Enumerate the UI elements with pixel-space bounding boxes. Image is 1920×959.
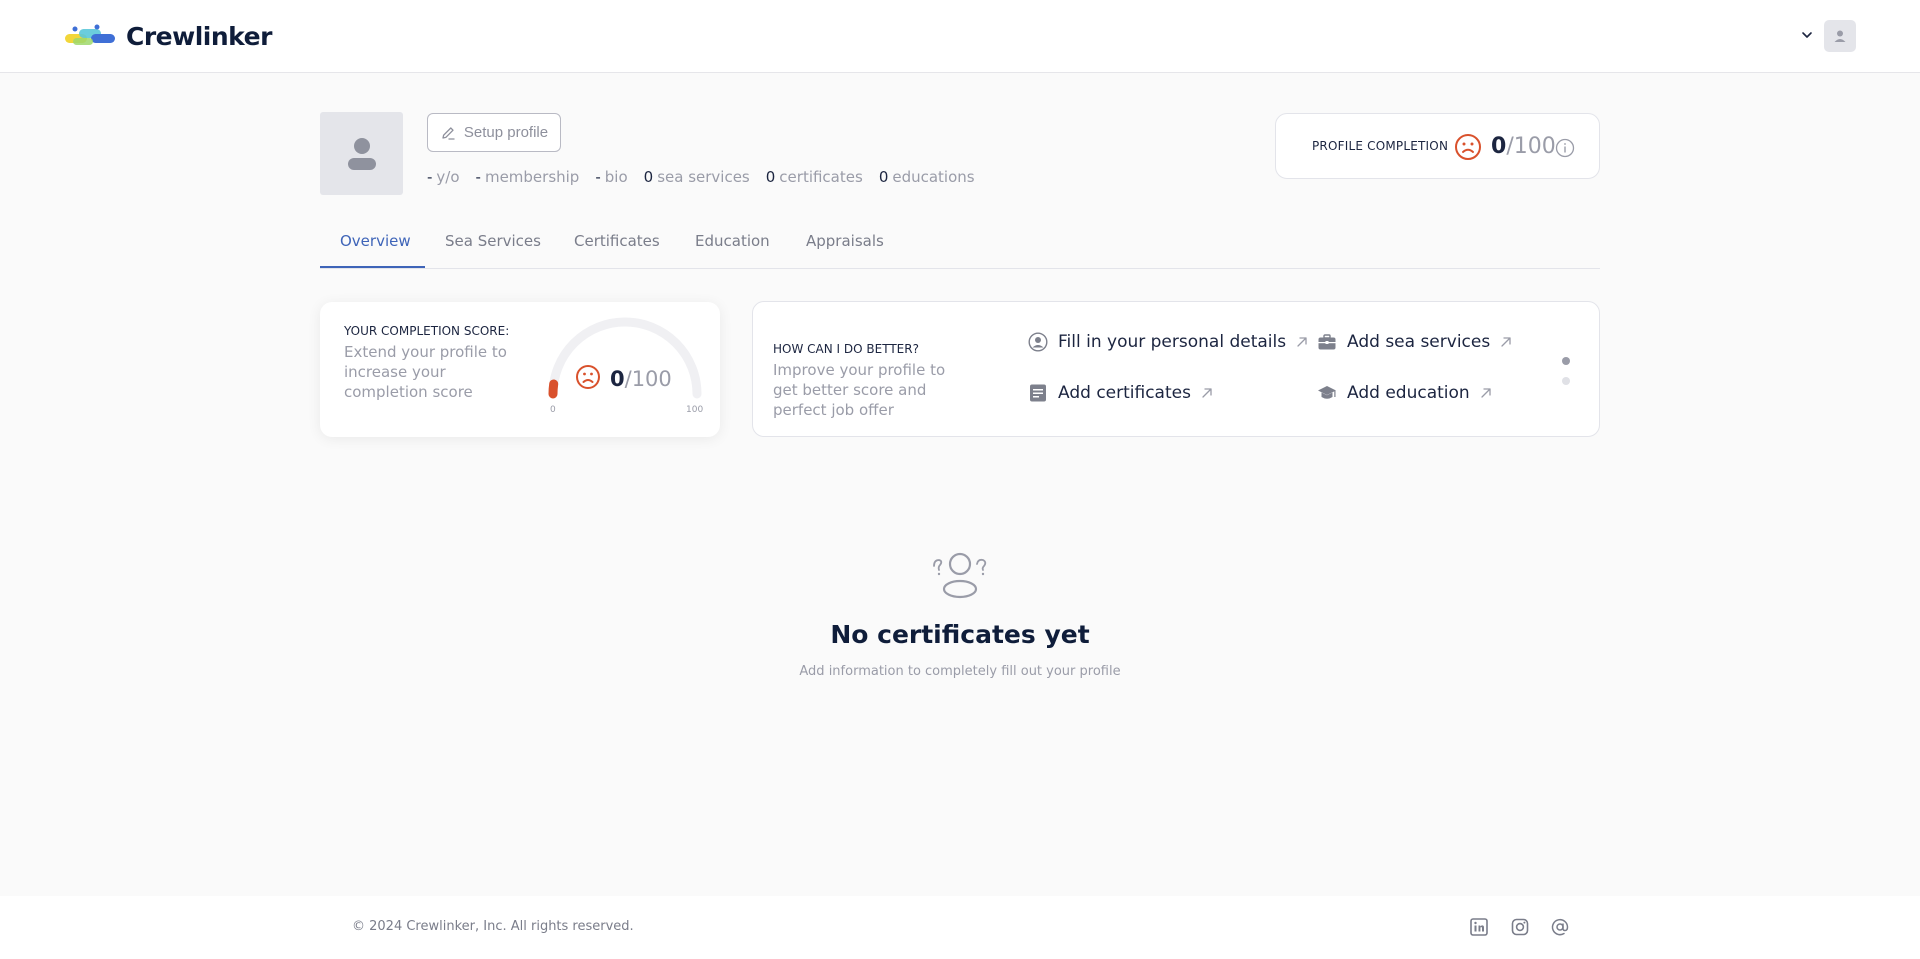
add-sea-services-label: Add sea services xyxy=(1347,332,1491,352)
tab-overview[interactable]: Overview xyxy=(340,232,411,250)
add-education-link[interactable]: Add education xyxy=(1317,383,1492,403)
logo-mark-icon xyxy=(65,24,115,45)
linkedin-icon[interactable] xyxy=(1469,917,1489,937)
improvement-description: Improve your profile to get better score… xyxy=(773,361,946,419)
profile-completion-score: 0/100 xyxy=(1491,134,1556,159)
add-certificates-link[interactable]: Add certificates xyxy=(1028,383,1213,403)
arrow-up-right-icon xyxy=(1202,388,1212,398)
add-education-label: Add education xyxy=(1347,383,1470,403)
fill-personal-details-link[interactable]: Fill in your personal details xyxy=(1028,332,1308,352)
stat-membership: - membership xyxy=(475,168,580,186)
profile-completion-label: PROFILE COMPLETION xyxy=(1312,139,1449,153)
profile-tabs: Overview Sea Services Certificates Educa… xyxy=(320,222,1600,269)
briefcase-icon xyxy=(1318,334,1336,350)
arrow-up-right-icon xyxy=(1297,337,1307,347)
add-certificates-label: Add certificates xyxy=(1058,383,1191,403)
arrow-up-right-icon xyxy=(1481,388,1491,398)
copyright-text: © 2024 Crewlinker, Inc. All rights reser… xyxy=(352,919,634,934)
improvement-title: HOW CAN I DO BETTER? xyxy=(773,342,919,356)
stat-educations: 0 educations xyxy=(878,168,975,186)
completion-score-description: Extend your profile to increase your com… xyxy=(344,343,507,401)
brand-name: Crewlinker xyxy=(126,22,272,51)
page-footer: © 2024 Crewlinker, Inc. All rights reser… xyxy=(0,896,1920,959)
sad-face-icon xyxy=(1455,134,1481,160)
sad-face-icon xyxy=(576,365,600,389)
profile-stats: - y/o - membership - bio 0 sea services 0 cer… xyxy=(427,168,975,186)
user-placeholder-icon xyxy=(347,137,376,170)
gauge-fill xyxy=(548,379,559,399)
email-at-icon[interactable] xyxy=(1550,917,1570,937)
pencil-icon xyxy=(442,126,455,140)
document-icon xyxy=(1030,384,1046,402)
completion-gauge: 0/100 0 100 xyxy=(548,317,703,415)
active-tab-indicator xyxy=(320,266,425,268)
chevron-down-icon[interactable] xyxy=(1800,28,1814,42)
gauge-score: 0/100 xyxy=(610,367,672,391)
tab-appraisals[interactable]: Appraisals xyxy=(806,232,884,250)
instagram-icon[interactable] xyxy=(1510,917,1530,937)
tab-certificates[interactable]: Certificates xyxy=(574,232,660,250)
user-icon xyxy=(1834,30,1846,42)
graduation-cap-icon xyxy=(1318,386,1336,399)
user-circle-icon xyxy=(1028,332,1048,352)
top-header: Crewlinker xyxy=(0,0,1920,73)
tab-education[interactable]: Education xyxy=(695,232,770,250)
setup-profile-label: Setup profile xyxy=(463,124,549,141)
tab-sea-services[interactable]: Sea Services xyxy=(445,232,541,250)
user-avatar-button[interactable] xyxy=(1824,20,1856,52)
completion-score-title: YOUR COMPLETION SCORE: xyxy=(344,324,510,338)
empty-state-subtitle: Add information to completely fill out y… xyxy=(799,664,1121,679)
stat-sea-services: 0 sea services xyxy=(643,168,750,186)
stat-age: - y/o xyxy=(427,168,460,186)
gauge-min-label: 0 xyxy=(550,405,556,415)
stat-bio: - bio xyxy=(595,168,628,186)
gauge-max-label: 100 xyxy=(686,405,703,415)
improvement-card: HOW CAN I DO BETTER? Improve your profil… xyxy=(752,301,1600,437)
profile-avatar xyxy=(320,112,403,195)
completion-score-card: YOUR COMPLETION SCORE: Extend your profi… xyxy=(320,302,720,437)
add-sea-services-link[interactable]: Add sea services xyxy=(1317,332,1512,352)
empty-state-title: No certificates yet xyxy=(830,620,1090,649)
carousel-dot xyxy=(1562,377,1570,385)
arrow-up-right-icon xyxy=(1501,337,1511,347)
fill-personal-details-label: Fill in your personal details xyxy=(1058,332,1287,352)
setup-profile-button[interactable]: Setup profile xyxy=(427,113,561,152)
carousel-dots[interactable] xyxy=(1561,356,1571,388)
empty-user-icon xyxy=(933,552,987,599)
carousel-dot-active xyxy=(1562,357,1570,365)
stat-certificates: 0 certificates xyxy=(765,168,863,186)
profile-completion-card: PROFILE COMPLETION 0/100 xyxy=(1275,113,1600,179)
info-icon[interactable] xyxy=(1555,138,1575,158)
brand-logo[interactable]: Crewlinker xyxy=(63,22,272,51)
